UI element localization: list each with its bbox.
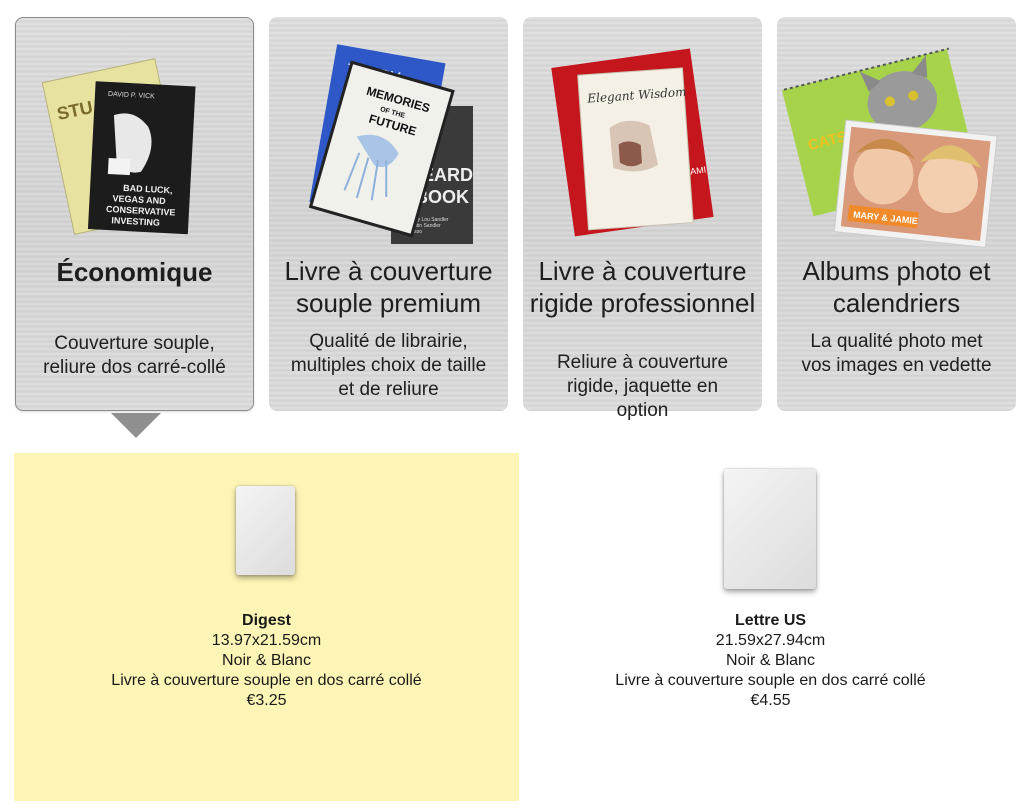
product-color: Noir & Blanc	[726, 652, 815, 669]
product-option-lettre-us[interactable]: Lettre US 21.59x27.94cm Noir & Blanc Liv…	[518, 453, 1023, 801]
product-info: Digest 13.97x21.59cm Noir & Blanc Livre …	[14, 611, 519, 711]
product-binding: Livre à couverture souple en dos carré c…	[615, 672, 926, 689]
digest-book-thumbnail	[236, 486, 295, 575]
product-name: Lettre US	[734, 612, 807, 629]
description-line: Qualité de librairie,	[309, 331, 468, 352]
selection-pointer	[111, 413, 161, 438]
category-card-premium[interactable]: The RY BEARD BOOK Mary Lou Sandler Justi…	[269, 17, 508, 411]
category-title: Albums photo et calendriers	[802, 256, 991, 318]
category-title: Livre à couverture rigide professionnel	[529, 256, 756, 318]
description-line: La qualité photo met	[810, 331, 983, 352]
description-line: option	[616, 400, 669, 421]
product-info: Lettre US 21.59x27.94cm Noir & Blanc Liv…	[518, 611, 1023, 711]
category-description: Couverture souple, reliure dos carré-col…	[22, 332, 247, 380]
description-line: et de reliure	[338, 379, 439, 400]
product-size: 21.59x27.94cm	[715, 632, 826, 649]
product-option-digest[interactable]: Digest 13.97x21.59cm Noir & Blanc Livre …	[14, 453, 519, 801]
category-card-professionnel[interactable]: Y-AMI Elegant Wisdom Livre à couverture …	[523, 17, 762, 421]
category-description: La qualité photo met vos images en vedet…	[783, 330, 1010, 378]
description-line: Couverture souple,	[54, 333, 215, 354]
product-size: 13.97x21.59cm	[211, 632, 322, 649]
product-color: Noir & Blanc	[222, 652, 311, 669]
category-card-economique[interactable]: STU TRI FA DAVID P. VICK BAD LUCK, VEGAS…	[15, 17, 254, 411]
lettre-us-book-thumbnail	[724, 469, 816, 589]
professionnel-books-image: Y-AMI Elegant Wisdom	[551, 48, 714, 237]
description-line: Reliure à couverture	[556, 352, 729, 373]
premium-books-image: The RY BEARD BOOK Mary Lou Sandler Justi…	[308, 44, 473, 244]
category-title: Économique	[56, 257, 213, 287]
product-name: Digest	[242, 612, 291, 629]
description-line: rigide, jaquette en	[566, 376, 719, 397]
description-line: reliure dos carré-collé	[43, 357, 226, 378]
description-line: vos images en vedette	[801, 355, 992, 376]
category-description: Qualité de librairie, multiples choix de…	[275, 330, 502, 402]
product-binding: Livre à couverture souple en dos carré c…	[111, 672, 422, 689]
category-title: Livre à couverture souple premium	[284, 256, 493, 318]
category-card-albums[interactable]: CATS MARY & JAMIE Albums photo et calend…	[777, 17, 1016, 411]
description-line: multiples choix de taille	[290, 355, 487, 376]
economique-books-image: STU TRI FA DAVID P. VICK BAD LUCK, VEGAS…	[41, 58, 196, 235]
category-description: Reliure à couverture rigide, jaquette en…	[529, 351, 756, 423]
product-price: €3.25	[246, 692, 287, 709]
albums-image: CATS MARY & JAMIE	[782, 47, 998, 248]
product-price: €4.55	[750, 692, 791, 709]
